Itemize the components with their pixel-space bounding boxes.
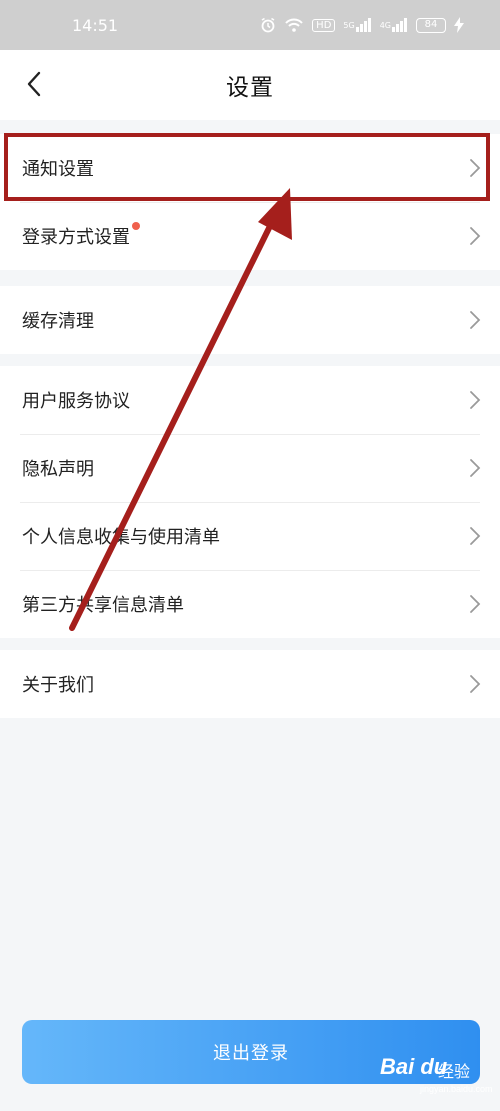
- chevron-right-icon: [470, 595, 481, 613]
- header: 设置: [0, 50, 500, 120]
- chevron-right-icon: [470, 227, 481, 245]
- signal-icon-1: 5G: [343, 18, 371, 32]
- status-bar: 14:51 HD 5G 4G 84: [0, 0, 500, 50]
- chevron-right-icon: [470, 527, 481, 545]
- row-label: 关于我们: [22, 675, 94, 696]
- row-label: 个人信息收集与使用清单: [22, 527, 220, 548]
- row-privacy-statement[interactable]: 隐私声明: [0, 434, 500, 502]
- settings-group-about: 关于我们: [0, 650, 500, 718]
- notification-dot: [132, 222, 140, 230]
- row-label: 隐私声明: [22, 459, 94, 480]
- row-login-method-settings[interactable]: 登录方式设置: [0, 202, 500, 270]
- row-about-us[interactable]: 关于我们: [0, 650, 500, 718]
- chevron-right-icon: [470, 459, 481, 477]
- battery-icon: 84: [416, 17, 446, 33]
- settings-group-cache: 缓存清理: [0, 286, 500, 354]
- row-user-service-agreement[interactable]: 用户服务协议: [0, 366, 500, 434]
- logout-button[interactable]: 退出登录: [22, 1020, 480, 1084]
- row-notification-settings[interactable]: 通知设置: [0, 134, 500, 202]
- settings-group-account: 通知设置 登录方式设置: [0, 134, 500, 270]
- row-label: 第三方共享信息清单: [22, 595, 184, 616]
- alarm-icon: [260, 17, 276, 33]
- row-label: 缓存清理: [22, 311, 94, 332]
- settings-group-legal: 用户服务协议 隐私声明 个人信息收集与使用清单 第三方共享信息清单: [0, 366, 500, 638]
- signal-icon-2: 4G: [380, 18, 408, 32]
- page-title: 设置: [226, 75, 274, 101]
- row-label: 通知设置: [22, 159, 94, 180]
- watermark-url: jingyan.baidu.com: [420, 1084, 493, 1094]
- status-time: 14:51: [72, 15, 119, 35]
- row-label: 用户服务协议: [22, 391, 130, 412]
- charging-icon: [454, 17, 464, 33]
- chevron-right-icon: [470, 311, 481, 329]
- chevron-right-icon: [470, 675, 481, 693]
- row-clear-cache[interactable]: 缓存清理: [0, 286, 500, 354]
- chevron-right-icon: [470, 159, 481, 177]
- row-label: 登录方式设置: [22, 227, 130, 248]
- row-personal-info-list[interactable]: 个人信息收集与使用清单: [0, 502, 500, 570]
- wifi-icon: [284, 17, 304, 33]
- chevron-right-icon: [470, 391, 481, 409]
- status-icons: HD 5G 4G 84: [260, 17, 464, 33]
- hd-icon: HD: [312, 18, 336, 32]
- back-button[interactable]: [14, 64, 54, 104]
- row-third-party-sharing-list[interactable]: 第三方共享信息清单: [0, 570, 500, 638]
- back-arrow-icon: [27, 71, 41, 97]
